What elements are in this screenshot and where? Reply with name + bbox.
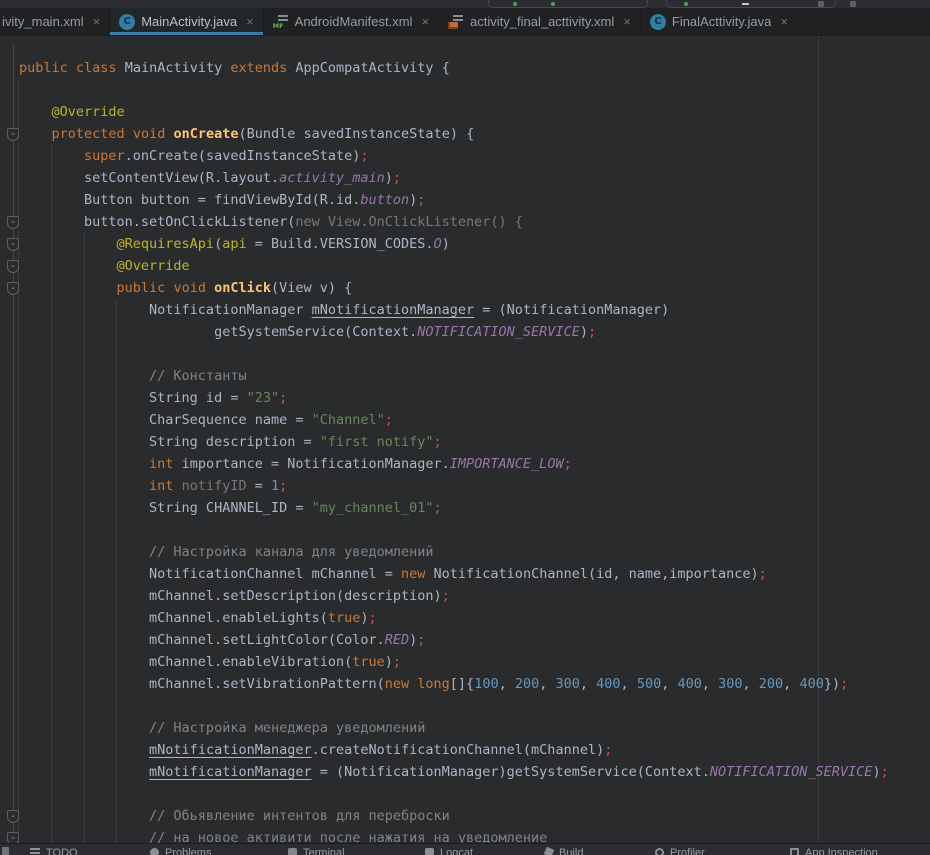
todo-icon (30, 848, 40, 855)
toolwindow-terminal[interactable]: Terminal (288, 846, 345, 855)
code-line[interactable]: setContentView(R.layout.activity_main); (19, 167, 889, 189)
close-icon[interactable]: × (93, 14, 101, 29)
code-line[interactable]: mChannel.setVibrationPattern(new long[]{… (19, 673, 889, 695)
code-line[interactable]: int importance = NotificationManager.IMP… (19, 453, 889, 475)
code-line[interactable]: super.onCreate(savedInstanceState); (19, 145, 889, 167)
tab-mainactivity-java[interactable]: C MainActivity.java × (110, 8, 263, 35)
code-line[interactable]: // Настройка менеджера уведомлений (19, 717, 889, 739)
code-line[interactable]: mChannel.setLightColor(Color.RED); (19, 629, 889, 651)
code-line[interactable]: // Обьявление интентов для переброски (19, 805, 889, 827)
tab-ivity-main-xml[interactable]: ivity_main.xml × (0, 8, 110, 35)
code-line[interactable]: mChannel.enableLights(true); (19, 607, 889, 629)
toolwindow-label: Build (559, 846, 583, 855)
debug-icon[interactable] (551, 2, 555, 6)
code-line[interactable]: // на новое активити после нажатия на ув… (19, 827, 889, 843)
close-icon[interactable]: × (421, 14, 429, 29)
code-line[interactable]: String description = "first notify"; (19, 431, 889, 453)
profiler-icon (655, 848, 664, 855)
toolwindow-profiler[interactable]: Profiler (655, 846, 705, 855)
code-area[interactable]: public class MainActivity extends AppCom… (19, 57, 889, 843)
logcat-icon (425, 848, 434, 855)
tab-androidmanifest-xml[interactable]: MF AndroidManifest.xml × (264, 8, 439, 35)
code-line[interactable]: getSystemService(Context.NOTIFICATION_SE… (19, 321, 889, 343)
code-line[interactable]: @Override (19, 255, 889, 277)
code-line[interactable]: mNotificationManager.createNotificationC… (19, 739, 889, 761)
code-line[interactable]: mChannel.setDescription(description); (19, 585, 889, 607)
code-line[interactable]: String CHANNEL_ID = "my_channel_01"; (19, 497, 889, 519)
fold-marker-icon[interactable]: - (7, 216, 19, 229)
code-line[interactable]: // Константы (19, 365, 889, 387)
toolwindow-app-inspection[interactable]: App Inspection (790, 846, 878, 855)
tab-bar: ivity_main.xml × C MainActivity.java × MF Andr… (0, 8, 930, 36)
code-line[interactable]: @RequiresApi(api = Build.VERSION_CODES.O… (19, 233, 889, 255)
code-line[interactable]: CharSequence name = "Channel"; (19, 409, 889, 431)
device-selector-widget[interactable] (666, 0, 836, 8)
code-line[interactable]: int notifyID = 1; (19, 475, 889, 497)
fold-marker-icon[interactable]: - (7, 128, 19, 141)
code-line[interactable]: public class MainActivity extends AppCom… (19, 57, 889, 79)
code-line[interactable]: button.setOnClickListener(new View.OnCli… (19, 211, 889, 233)
code-line[interactable]: NotificationChannel mChannel = new Notif… (19, 563, 889, 585)
tab-label: ivity_main.xml (2, 14, 84, 29)
close-icon[interactable]: × (246, 14, 254, 29)
code-line[interactable]: Button button = findViewById(R.id.button… (19, 189, 889, 211)
toolwindow-label: Problems (165, 846, 211, 855)
toolwindow-todo[interactable]: TODO (30, 846, 78, 855)
toolwindow-label: Terminal (303, 846, 345, 855)
code-line[interactable]: mChannel.enableVibration(true); (19, 651, 889, 673)
fold-scope-line (13, 44, 14, 843)
toolwindow-problems[interactable]: Problems (150, 846, 211, 855)
tab-finalacttivity-java[interactable]: C FinalActtivity.java × (641, 8, 798, 35)
manifest-icon: MF (273, 14, 289, 30)
code-line[interactable]: protected void onCreate(Bundle savedInst… (19, 123, 889, 145)
code-line[interactable]: String id = "23"; (19, 387, 889, 409)
close-icon[interactable]: × (780, 14, 788, 29)
build-icon (544, 847, 555, 855)
xml-layout-icon (448, 14, 464, 30)
code-line[interactable] (19, 79, 889, 101)
code-line[interactable]: mNotificationManager = (NotificationMana… (19, 761, 889, 783)
code-line[interactable] (19, 695, 889, 717)
toolbar-strip (0, 0, 930, 8)
tool-window-bar: TODO Problems Terminal Logcat Build Profiler A… (0, 843, 930, 855)
code-line[interactable]: NotificationManager mNotificationManager… (19, 299, 889, 321)
appinspect-icon (790, 848, 799, 855)
code-line[interactable]: // Настройка канала для уведомлений (19, 541, 889, 563)
tool-window-icon[interactable] (2, 847, 9, 855)
code-line[interactable]: @Override (19, 101, 889, 123)
code-line[interactable]: public void onClick(View v) { (19, 277, 889, 299)
fold-marker-icon[interactable]: - (7, 282, 19, 295)
toolwindow-logcat[interactable]: Logcat (425, 846, 473, 855)
toolwindow-label: App Inspection (805, 846, 878, 855)
tab-label: AndroidManifest.xml (295, 14, 413, 29)
run-icon[interactable] (513, 2, 517, 6)
toolbar-button-icon[interactable] (850, 1, 856, 7)
code-editor[interactable]: public class MainActivity extends AppCom… (0, 36, 930, 843)
java-class-icon: C (650, 14, 666, 30)
fold-marker-icon[interactable]: - (7, 810, 19, 823)
code-line[interactable] (19, 783, 889, 805)
toolwindow-label: Logcat (440, 846, 473, 855)
fold-marker-icon[interactable]: - (7, 238, 19, 251)
code-line[interactable] (19, 519, 889, 541)
toolbar-dash-icon (742, 3, 749, 5)
problems-icon (150, 848, 159, 855)
fold-marker-icon[interactable]: - (7, 832, 19, 844)
toolwindow-label: Profiler (670, 846, 705, 855)
tab-activity-final-acttivity-xml[interactable]: activity_final_acttivity.xml × (439, 8, 641, 35)
run-configuration-widget[interactable] (488, 0, 648, 8)
status-dot-icon (684, 2, 688, 6)
tab-label: MainActivity.java (141, 14, 237, 29)
tab-label: FinalActtivity.java (672, 14, 771, 29)
tab-label: activity_final_acttivity.xml (470, 14, 614, 29)
code-line[interactable] (19, 343, 889, 365)
terminal-icon (288, 848, 297, 855)
close-icon[interactable]: × (623, 14, 631, 29)
toolwindow-build[interactable]: Build (545, 846, 583, 855)
toolwindow-label: TODO (46, 846, 78, 855)
toolbar-button-icon[interactable] (818, 1, 824, 7)
fold-marker-icon[interactable]: - (7, 260, 19, 273)
java-class-icon: C (119, 14, 135, 30)
